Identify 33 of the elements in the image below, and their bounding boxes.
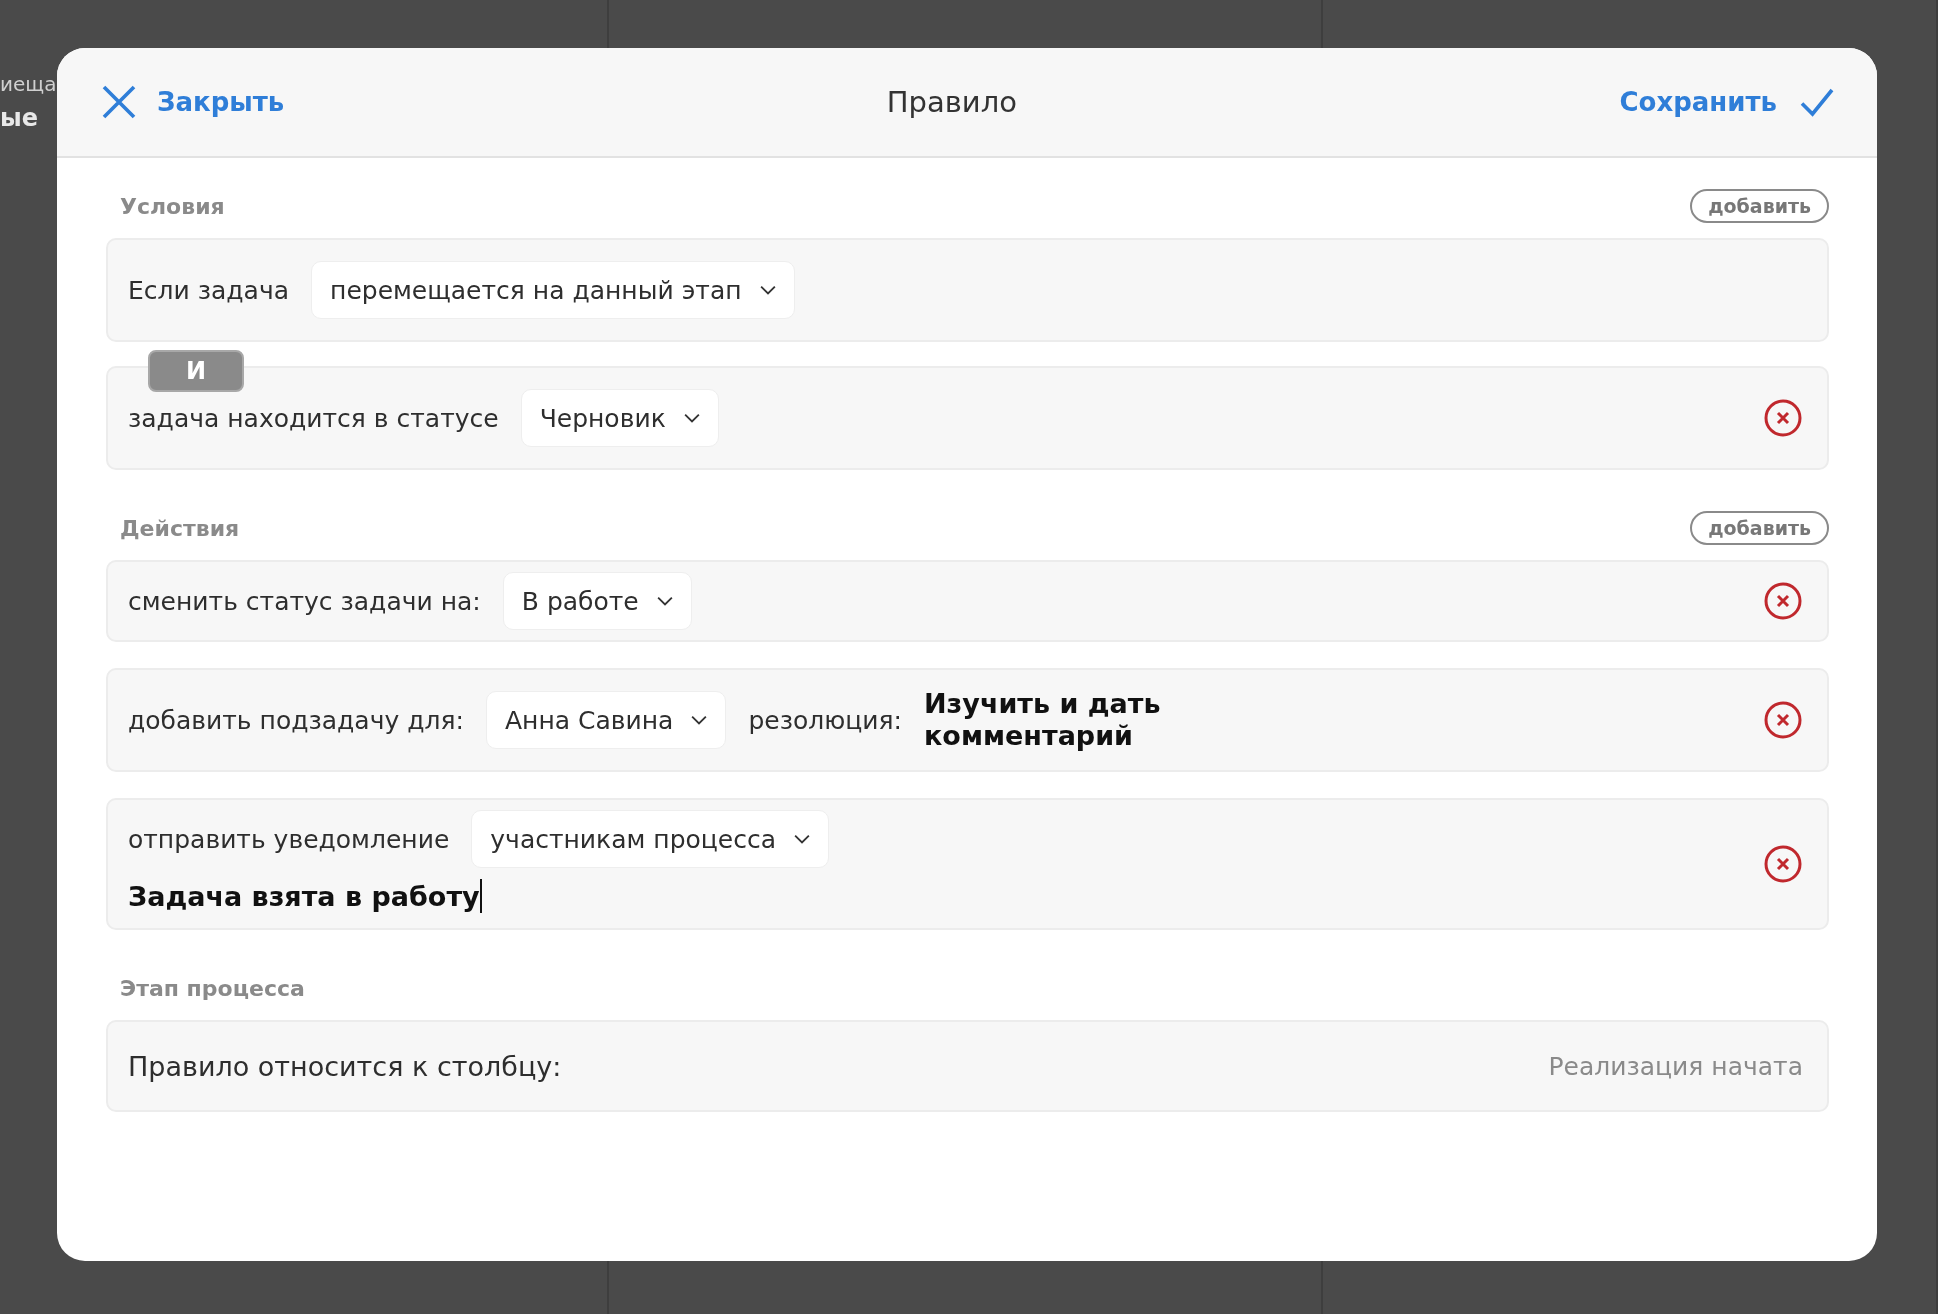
condition-label: Если задача xyxy=(128,275,290,305)
condition-label: задача находится в статусе xyxy=(128,403,499,433)
resolution-field[interactable]: Изучить и дать комментарий xyxy=(924,687,1174,753)
dropdown[interactable]: Анна Савина xyxy=(485,691,727,749)
section-heading: Действия xyxy=(119,515,240,541)
chevron-down-icon xyxy=(656,596,673,606)
close-button[interactable]: Закрыть xyxy=(99,82,285,122)
remove-icon[interactable] xyxy=(1763,581,1803,621)
dropdown[interactable]: В работе xyxy=(502,572,692,630)
action-label: отправить уведомление xyxy=(128,824,450,854)
action-label: сменить статус задачи на: xyxy=(128,586,481,616)
remove-icon[interactable] xyxy=(1763,398,1803,438)
chevron-down-icon xyxy=(683,413,700,423)
remove-icon[interactable] xyxy=(1763,844,1803,884)
chevron-down-icon xyxy=(691,715,708,725)
card-text: иеща xyxy=(0,72,58,96)
chevron-down-icon xyxy=(794,834,811,844)
stage-value: Реализация начата xyxy=(1548,1051,1803,1081)
save-button[interactable]: Сохранить xyxy=(1619,84,1839,120)
message-field[interactable]: Задача взята в работу xyxy=(128,874,830,918)
resolution-label: резолюция: xyxy=(748,705,902,735)
stage-label: Правило относится к столбцу: xyxy=(128,1050,562,1082)
dialog-title: Правило xyxy=(886,85,1017,119)
add-button[interactable]: добавить xyxy=(1690,189,1829,223)
section-heading: Этап процесса xyxy=(119,975,305,1001)
dropdown[interactable]: перемещается на данный этап xyxy=(311,261,795,319)
chevron-down-icon xyxy=(759,285,776,295)
remove-icon[interactable] xyxy=(1763,700,1803,740)
section-heading: Условия xyxy=(119,193,225,219)
dropdown[interactable]: участникам процесса xyxy=(471,810,830,868)
dropdown[interactable]: Черновик xyxy=(520,389,719,447)
action-label: добавить подзадачу для: xyxy=(128,705,464,735)
add-button[interactable]: добавить xyxy=(1690,511,1829,545)
